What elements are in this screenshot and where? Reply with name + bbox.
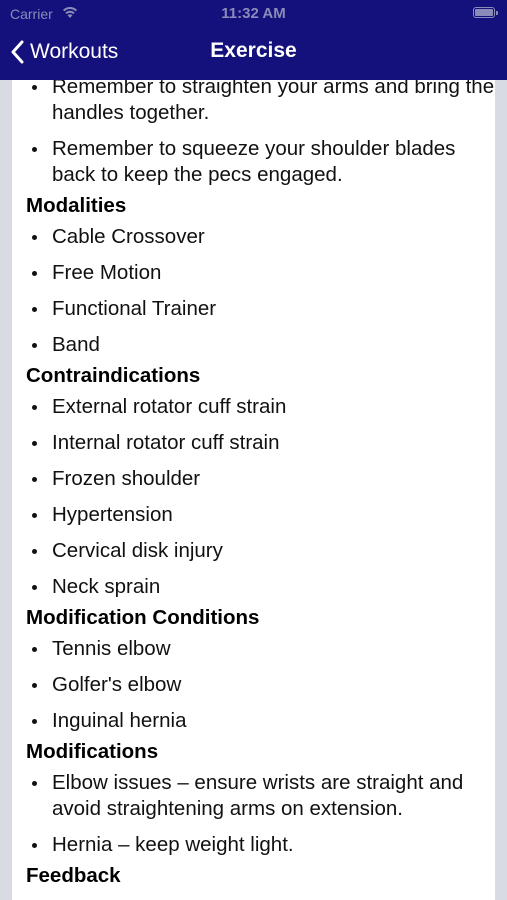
- list-item: Cervical disk injury: [26, 538, 495, 564]
- page-title: Exercise: [210, 39, 297, 62]
- navigation-bar: Carrier 11:32 AM Workouts Exercise: [0, 0, 507, 80]
- modalities-list: Cable Crossover Free Motion Functional T…: [26, 224, 495, 358]
- list-item: Functional Trainer: [26, 296, 495, 322]
- list-item: Cable Crossover: [26, 224, 495, 250]
- list-item: Elbow issues – ensure wrists are straigh…: [26, 770, 495, 822]
- list-item: Band: [26, 332, 495, 358]
- tips-list: Remember to straighten your arms and bri…: [26, 80, 495, 188]
- section-heading-contraindications: Contraindications: [26, 364, 201, 387]
- list-item: Golfer's elbow: [26, 672, 495, 698]
- list-item: Hypertension: [26, 502, 495, 528]
- list-item: Remember to squeeze your shoulder blades…: [26, 136, 495, 188]
- section-heading-modifications: Modifications: [26, 740, 159, 763]
- exercise-detail-content: Remember to straighten your arms and bri…: [26, 80, 495, 894]
- list-item: Inguinal hernia: [26, 708, 495, 734]
- list-item: Neck sprain: [26, 574, 495, 600]
- battery-icon: [473, 7, 498, 18]
- list-item: External rotator cuff strain: [26, 394, 495, 420]
- contraindications-list: External rotator cuff strain Internal ro…: [26, 394, 495, 600]
- status-bar: Carrier 11:32 AM: [0, 0, 507, 28]
- list-item: Hernia – keep weight light.: [26, 832, 495, 858]
- list-item: Frozen shoulder: [26, 466, 495, 492]
- modification-conditions-list: Tennis elbow Golfer's elbow Inguinal her…: [26, 636, 495, 734]
- section-heading-modalities: Modalities: [26, 194, 127, 217]
- section-heading-feedback: Feedback: [26, 864, 121, 887]
- list-item: Internal rotator cuff strain: [26, 430, 495, 456]
- status-time: 11:32 AM: [221, 5, 286, 22]
- list-item: Free Motion: [26, 260, 495, 286]
- exercise-detail-scroll[interactable]: Remember to straighten your arms and bri…: [12, 80, 495, 900]
- section-heading-modification-conditions: Modification Conditions: [26, 606, 260, 629]
- list-item: Tennis elbow: [26, 636, 495, 662]
- list-item: Remember to straighten your arms and bri…: [26, 80, 495, 126]
- modifications-list: Elbow issues – ensure wrists are straigh…: [26, 770, 495, 858]
